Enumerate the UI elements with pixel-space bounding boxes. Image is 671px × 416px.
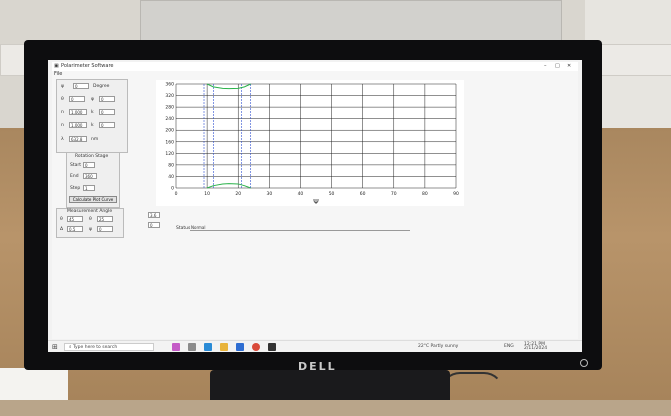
start-label: Start xyxy=(70,163,81,168)
x-tick-label: 50 xyxy=(329,191,335,197)
k1-input[interactable]: 0 xyxy=(99,109,115,115)
y-tick-label: 160 xyxy=(165,139,174,145)
y-tick-label: 320 xyxy=(165,93,174,99)
title-bar: ▣ Polarimeter Software – □ ✕ xyxy=(52,62,578,71)
step-label: Step xyxy=(70,186,81,191)
x-tick-label: 40 xyxy=(298,191,304,197)
k2-input[interactable]: 0 xyxy=(99,122,115,128)
calculate-plot-button[interactable]: Calculate Plot Curve xyxy=(69,196,117,203)
series-line xyxy=(206,183,251,189)
x-tick-label: 90 xyxy=(453,191,459,197)
measurement-title: Measurement Angle xyxy=(67,209,113,214)
meas-psi-input[interactable]: 0 xyxy=(97,226,113,232)
status-field: Normal xyxy=(190,225,410,231)
lambda-label: λ xyxy=(61,137,64,142)
y-tick-label: 200 xyxy=(165,128,174,134)
x-tick-label: 0 xyxy=(175,191,178,197)
dell-logo: DELL xyxy=(298,360,337,373)
edge-icon[interactable] xyxy=(204,343,212,351)
meas-delta-input[interactable]: 0.5 xyxy=(67,226,83,232)
minimize-button[interactable]: – xyxy=(544,63,547,69)
power-button[interactable] xyxy=(580,359,588,367)
screen: ▣ Polarimeter Software – □ ✕ File ψ 0 De… xyxy=(48,60,582,352)
app-icon: ▣ xyxy=(54,63,59,69)
task-view-icon[interactable] xyxy=(172,343,180,351)
polarimeter-plot: 0 10 20 30 40 50 60 70 80 90 0 40 80 120 160 200 240 280 3… xyxy=(156,80,464,206)
language-indicator[interactable]: ENG xyxy=(504,343,514,351)
clock-date: 2/11/2024 xyxy=(524,346,548,351)
menu-bar: File xyxy=(52,71,578,78)
y-tick-label: 240 xyxy=(165,116,174,122)
start-input[interactable]: 0 xyxy=(83,162,95,168)
x-axis-label: Ψ xyxy=(313,198,319,206)
phi-label: φ xyxy=(91,97,94,102)
app-window: ▣ Polarimeter Software – □ ✕ File ψ 0 De… xyxy=(52,62,578,339)
maximize-button[interactable]: □ xyxy=(555,63,560,69)
n2-input[interactable]: 1.000 xyxy=(69,122,87,128)
window-title: Polarimeter Software xyxy=(61,63,114,69)
psi-label: ψ xyxy=(61,84,64,89)
meas-delta-label: Δ xyxy=(60,227,64,232)
chrome-icon[interactable] xyxy=(252,343,260,351)
polarimeter-icon[interactable] xyxy=(268,343,276,351)
k1-label: k xyxy=(91,110,94,115)
widgets-icon[interactable] xyxy=(188,343,196,351)
store-icon[interactable] xyxy=(236,343,244,351)
x-tick-label: 10 xyxy=(204,191,210,197)
taskbar: ⊞ ⌕ Type here to search 22°C Partly sunn… xyxy=(48,340,582,352)
n1-input[interactable]: 1.000 xyxy=(69,109,87,115)
lambda-unit: nm xyxy=(91,137,99,142)
series-line xyxy=(206,83,251,90)
meas-theta-label: θ xyxy=(60,217,63,222)
meas-theta2-label: θ xyxy=(89,217,92,222)
y-tick-label: 120 xyxy=(165,151,174,157)
close-button[interactable]: ✕ xyxy=(567,63,571,69)
n1-label: n xyxy=(61,110,64,115)
measurement-angle-group: Measurement Angle θ 45 θ 25 Δ 0.5 ψ 0 xyxy=(56,208,124,238)
x-tick-label: 80 xyxy=(422,191,428,197)
y-tick-label: 0 xyxy=(171,186,174,192)
paper-sheet xyxy=(0,368,68,400)
theta-input[interactable]: 0 xyxy=(69,96,85,102)
start-icon[interactable]: ⊞ xyxy=(52,343,58,351)
result-field-1[interactable]: 3.6 xyxy=(148,212,160,218)
meas-psi-label: ψ xyxy=(89,227,92,232)
y-tick-label: 40 xyxy=(168,174,174,180)
step-input[interactable]: 1 xyxy=(83,185,95,191)
meas-theta2-input[interactable]: 25 xyxy=(97,216,113,222)
x-tick-label: 20 xyxy=(235,191,241,197)
y-tick-label: 280 xyxy=(165,105,174,111)
k2-label: k xyxy=(91,123,94,128)
y-tick-label: 80 xyxy=(168,162,174,168)
end-input[interactable]: 360 xyxy=(83,173,97,179)
weather-widget[interactable]: 22°C Partly sunny xyxy=(418,343,458,351)
theta-label: θ xyxy=(61,97,64,102)
x-tick-label: 30 xyxy=(266,191,272,197)
psi-input[interactable]: 0 xyxy=(73,83,89,89)
file-explorer-icon[interactable] xyxy=(220,343,228,351)
end-label: End xyxy=(70,174,79,179)
power-outlet-right xyxy=(598,44,671,76)
search-box[interactable]: ⌕ Type here to search xyxy=(64,343,154,351)
phi-input[interactable]: 0 xyxy=(99,96,115,102)
parameters-group: ψ 0 Degree θ 0 φ 0 n 1.000 k 0 n 1.000 k… xyxy=(56,79,128,153)
search-placeholder: Type here to search xyxy=(72,345,118,350)
x-tick-label: 60 xyxy=(360,191,366,197)
clock[interactable]: 12:21 PM 2/11/2024 xyxy=(524,342,548,351)
lambda-input[interactable]: 632.8 xyxy=(69,136,87,142)
rotation-stage-title: Rotation Stage xyxy=(75,154,109,159)
menu-file[interactable]: File xyxy=(54,71,62,77)
rear-monitor xyxy=(140,0,562,44)
x-tick-label: 70 xyxy=(391,191,397,197)
status-label: Status xyxy=(176,226,191,231)
meas-theta-input[interactable]: 45 xyxy=(67,216,83,222)
monitor-stand xyxy=(210,370,450,400)
y-tick-label: 360 xyxy=(165,82,174,88)
n2-label: n xyxy=(61,123,64,128)
rotation-stage-group: Rotation Stage Start 0 End 360 Step 1 Ca… xyxy=(66,152,120,208)
result-field-2[interactable]: 0 xyxy=(148,222,160,228)
psi-unit: Degree xyxy=(93,84,110,89)
